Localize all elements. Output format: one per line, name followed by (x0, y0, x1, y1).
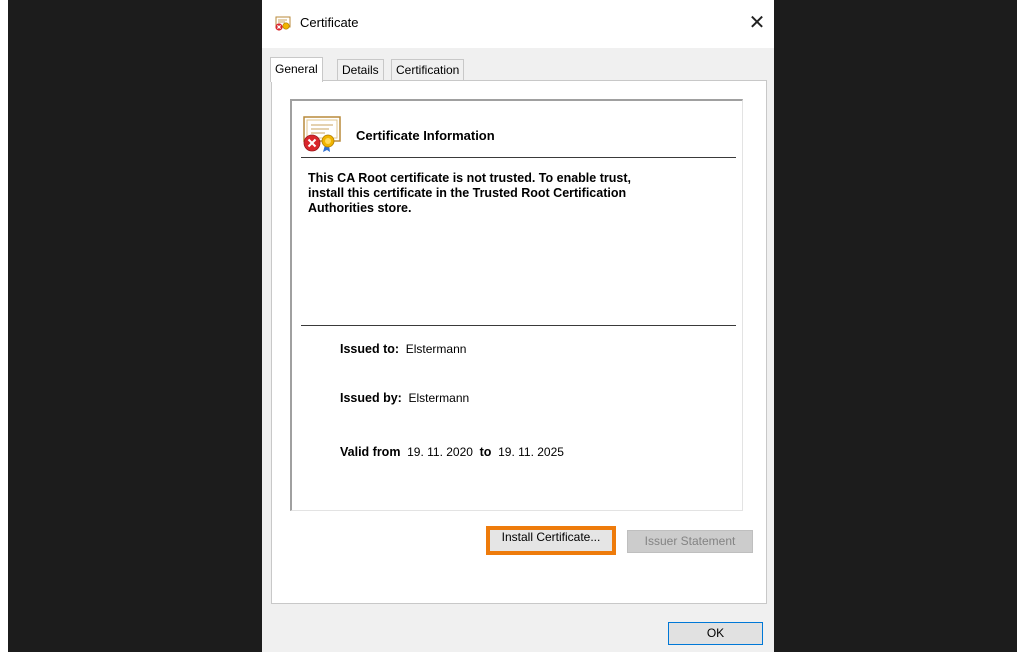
close-button[interactable]: ✕ (740, 8, 774, 38)
close-icon: ✕ (748, 12, 766, 34)
ok-button[interactable]: OK (668, 622, 763, 645)
certificate-dialog: Certificate ✕ General Details Certificat… (262, 0, 774, 652)
title-bar: Certificate ✕ (262, 0, 774, 48)
warning-line: Authorities store. (308, 201, 412, 215)
tab-certification-path[interactable]: Certification Path (391, 59, 465, 98)
valid-to-value: 19. 11. 2025 (498, 445, 564, 459)
general-tab-panel: Certificate Information This CA Root cer… (271, 80, 767, 604)
certificate-error-icon (301, 115, 345, 153)
dialog-title: Certificate (300, 15, 359, 30)
issued-to-label: Issued to: (340, 342, 400, 356)
certificate-information-heading: Certificate Information (356, 128, 495, 143)
divider (301, 325, 736, 326)
issued-by-row: Issued by: Elstermann (340, 391, 469, 405)
issued-to-value: Elstermann (405, 342, 467, 356)
background-edge-left (0, 0, 8, 652)
divider (301, 157, 736, 158)
certificate-icon (274, 14, 292, 32)
certificate-info-box: Certificate Information This CA Root cer… (290, 99, 743, 511)
issued-by-label: Issued by: (340, 391, 402, 405)
valid-from-value: 19. 11. 2020 (407, 445, 473, 459)
trust-warning-text: This CA Root certificate is not trusted.… (308, 171, 728, 216)
install-certificate-button[interactable]: Install Certificate... (486, 526, 616, 555)
issued-by-value: Elstermann (408, 391, 470, 405)
tab-general[interactable]: General (270, 57, 323, 82)
background-edge-right (1017, 0, 1027, 652)
valid-to-label: to (479, 445, 492, 459)
warning-line: This CA Root certificate is not trusted.… (308, 171, 631, 185)
validity-row: Valid from 19. 11. 2020 to 19. 11. 2025 (340, 445, 564, 459)
issuer-statement-button[interactable]: Issuer Statement (627, 530, 753, 553)
warning-line: install this certificate in the Trusted … (308, 186, 627, 200)
issued-to-row: Issued to: Elstermann (340, 342, 466, 356)
valid-from-label: Valid from (340, 445, 401, 459)
tab-details[interactable]: Details (337, 59, 384, 80)
